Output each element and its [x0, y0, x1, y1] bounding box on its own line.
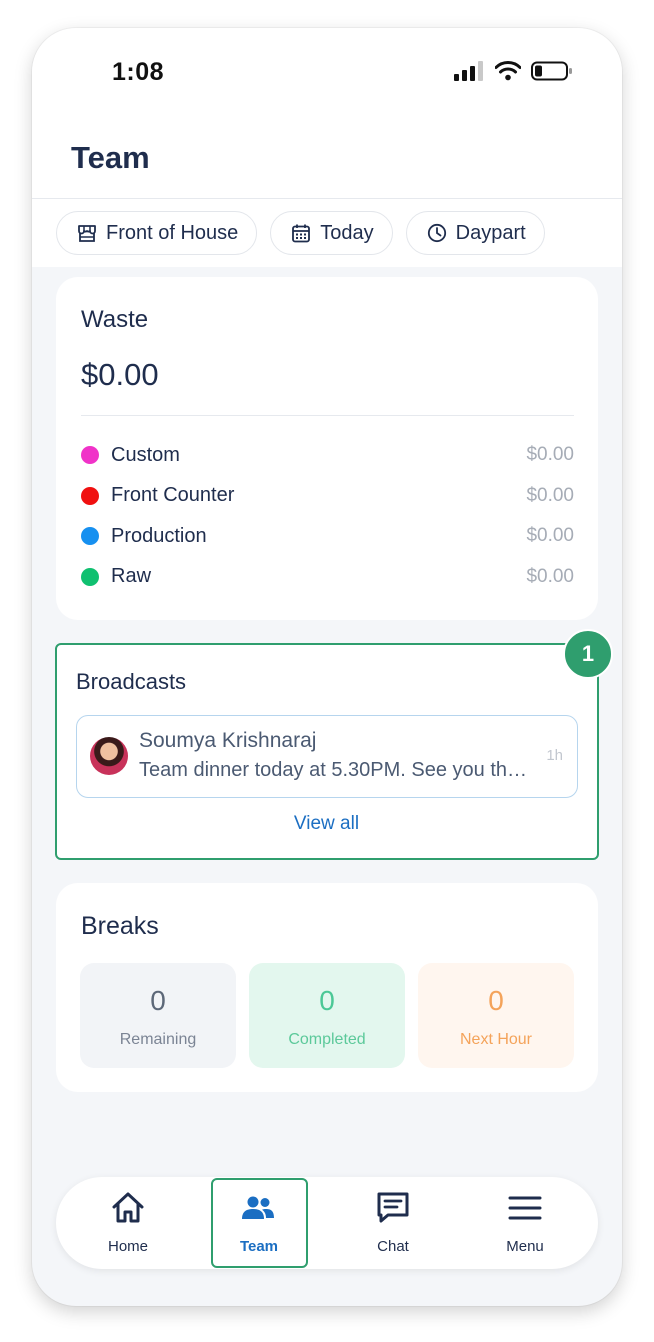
nav-home[interactable]: Home [80, 1177, 176, 1269]
nav-team[interactable]: Team [211, 1178, 308, 1268]
phone-frame: 1:08 Team Front of House Today Daypart W… [32, 28, 622, 1306]
broadcast-message[interactable]: Soumya Krishnaraj Team dinner today at 5… [76, 715, 578, 798]
breaks-card: Breaks 0 Remaining 0 Completed 0 Next Ho… [56, 883, 598, 1092]
chat-icon [377, 1192, 409, 1223]
raw-color-dot [81, 567, 99, 586]
view-all-link[interactable]: View all [57, 813, 596, 835]
break-tiles: 0 Remaining 0 Completed 0 Next Hour [80, 963, 574, 1068]
filter-chip-date[interactable]: Today [270, 211, 393, 255]
waste-label: Front Counter [111, 484, 235, 507]
waste-label: Production [111, 524, 207, 547]
custom-color-dot [81, 446, 99, 465]
message-time: 1h [546, 747, 563, 764]
nav-menu[interactable]: Menu [477, 1177, 573, 1269]
waste-value: $0.00 [526, 565, 574, 587]
nav-home-label: Home [107, 1238, 148, 1255]
waste-row-raw: Raw $0.00 [81, 557, 574, 598]
waste-label: Raw [111, 565, 152, 588]
waste-row-custom: Custom $0.00 [81, 435, 574, 476]
filter-chip-location-label: Front of House [106, 221, 239, 244]
nav-menu-label: Menu [506, 1238, 544, 1255]
wifi-icon [495, 61, 521, 81]
nav-team-label: Team [239, 1238, 279, 1255]
nav-chat-label: Chat [377, 1238, 409, 1255]
breaks-remaining-tile[interactable]: 0 Remaining [80, 963, 236, 1068]
divider [32, 198, 622, 199]
broadcasts-card: Broadcasts Soumya Krishnaraj Team dinner… [55, 643, 599, 860]
tile-label: Completed [288, 1031, 366, 1048]
clock-icon [427, 223, 446, 243]
waste-list: Custom $0.00 Front Counter $0.00 Product… [81, 435, 574, 597]
tile-count: 0 [319, 985, 335, 1016]
status-time: 1:08 [112, 58, 165, 86]
breaks-next-hour-tile[interactable]: 0 Next Hour [418, 963, 574, 1068]
waste-title: Waste [81, 306, 149, 333]
waste-value: $0.00 [526, 484, 574, 506]
calendar-icon [292, 224, 311, 243]
tile-count: 0 [150, 985, 166, 1016]
hamburger-menu-icon [508, 1196, 542, 1220]
divider [81, 415, 574, 416]
message-sender: Soumya Krishnaraj [139, 729, 317, 752]
waste-total: $0.00 [81, 357, 159, 392]
bottom-nav: Home Team Chat Menu [56, 1177, 598, 1269]
annotation-badge: 1 [563, 629, 613, 679]
filter-chip-daypart[interactable]: Daypart [405, 211, 545, 255]
page-title: Team [71, 140, 150, 175]
broadcasts-title: Broadcasts [76, 669, 187, 694]
filter-chip-date-label: Today [320, 221, 374, 244]
filter-chip-daypart-label: Daypart [455, 221, 526, 244]
waste-label: Custom [111, 443, 180, 466]
status-bar: 1:08 [32, 28, 622, 118]
front-counter-color-dot [81, 486, 99, 505]
home-icon [112, 1192, 144, 1223]
nav-chat[interactable]: Chat [345, 1177, 441, 1269]
breaks-title: Breaks [81, 912, 159, 940]
tile-label: Remaining [119, 1031, 197, 1048]
filter-bar: Front of House Today Daypart [56, 211, 545, 255]
waste-card[interactable]: Waste $0.00 Custom $0.00 Front Counter $… [56, 277, 598, 620]
avatar [90, 737, 128, 775]
signal-icon [454, 61, 483, 81]
waste-value: $0.00 [526, 525, 574, 547]
waste-row-front-counter: Front Counter $0.00 [81, 476, 574, 517]
waste-value: $0.00 [526, 444, 574, 466]
waste-row-production: Production $0.00 [81, 516, 574, 557]
tile-count: 0 [488, 985, 504, 1016]
production-color-dot [81, 527, 99, 546]
breaks-completed-tile[interactable]: 0 Completed [249, 963, 405, 1068]
tile-label: Next Hour [459, 1031, 533, 1048]
battery-icon [531, 61, 572, 81]
team-icon [242, 1196, 274, 1219]
filter-chip-location[interactable]: Front of House [56, 211, 258, 255]
store-icon [78, 225, 96, 242]
message-preview: Team dinner today at 5.30PM. See you the… [139, 759, 537, 781]
